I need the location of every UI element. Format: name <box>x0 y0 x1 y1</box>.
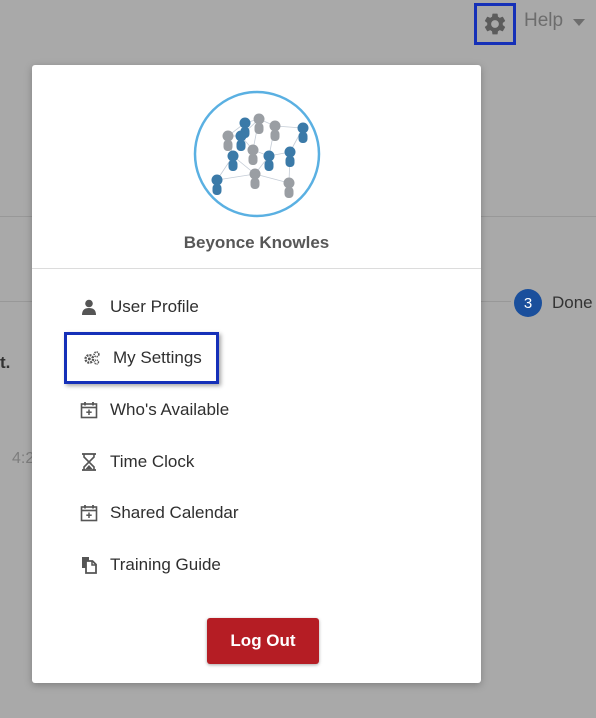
cogs-icon <box>83 349 101 367</box>
menu-item-label: Training Guide <box>110 555 221 574</box>
menu-item-training-guide[interactable]: Training Guide <box>80 551 221 579</box>
menu-item-user-profile[interactable]: User Profile <box>80 293 199 321</box>
user-icon <box>80 298 98 316</box>
user-name: Beyonce Knowles <box>183 233 330 252</box>
caret-down-icon <box>573 18 586 26</box>
calendar-plus-icon <box>80 401 98 419</box>
background-divider <box>0 216 32 217</box>
background-divider <box>481 216 596 217</box>
menu-item-my-settings[interactable]: My Settings <box>64 332 219 384</box>
background-divider <box>0 301 32 302</box>
menu-item-whos-available[interactable]: Who's Available <box>80 396 229 424</box>
avatar <box>193 90 321 218</box>
menu-divider <box>32 268 481 269</box>
background-divider <box>481 301 511 302</box>
user-dropdown-menu: Beyonce Knowles User Profile My Settings… <box>32 65 481 683</box>
menu-item-label: My Settings <box>113 348 202 367</box>
gear-icon <box>484 13 506 35</box>
background-partial-time: 4:2 <box>12 450 35 467</box>
help-label: Help <box>524 10 564 31</box>
step-indicator: 3 Done <box>514 289 593 317</box>
settings-gear-button[interactable] <box>474 3 516 45</box>
menu-item-label: User Profile <box>110 297 199 316</box>
step-label: Done <box>552 293 593 312</box>
menu-item-label: Shared Calendar <box>110 503 239 522</box>
copy-icon <box>80 556 98 574</box>
step-number-badge: 3 <box>514 289 542 317</box>
menu-item-shared-calendar[interactable]: Shared Calendar <box>80 499 239 527</box>
menu-item-label: Time Clock <box>110 452 195 471</box>
menu-item-time-clock[interactable]: Time Clock <box>80 448 194 476</box>
calendar-plus-icon <box>80 504 98 522</box>
logout-button[interactable]: Log Out <box>207 618 319 664</box>
menu-item-label: Who's Available <box>110 400 230 419</box>
background-partial-text: t. <box>0 353 11 372</box>
help-menu[interactable]: Help <box>524 10 586 32</box>
hourglass-icon <box>80 453 98 471</box>
